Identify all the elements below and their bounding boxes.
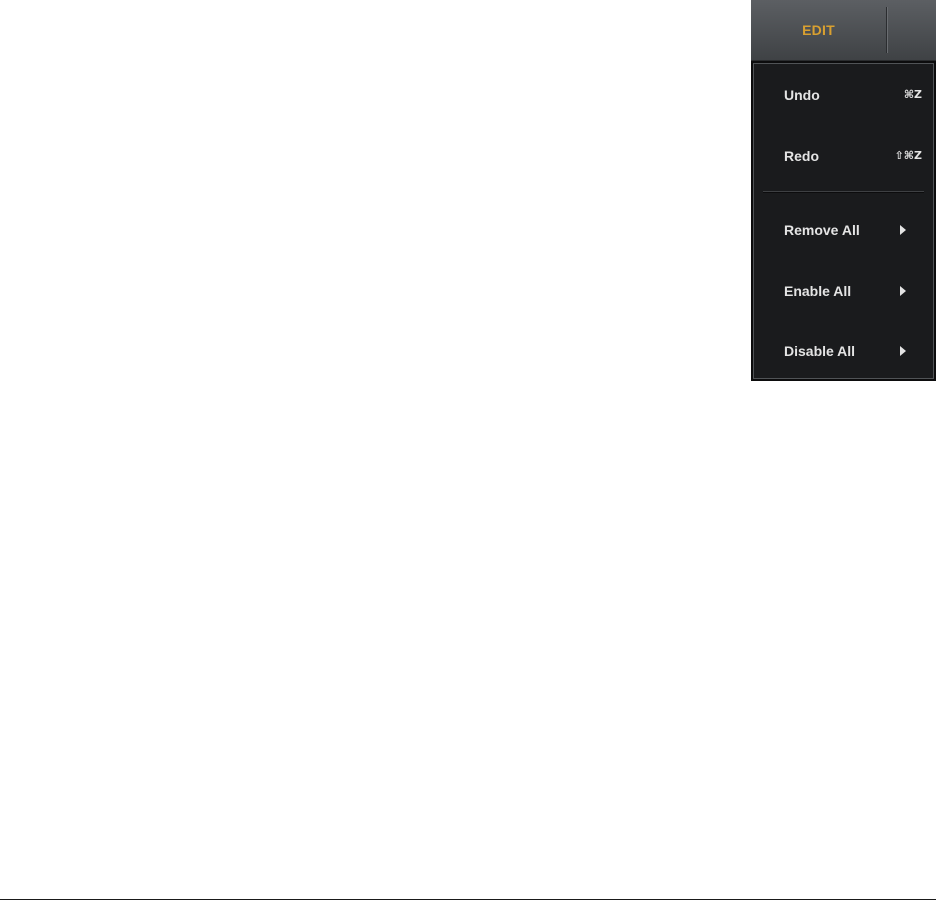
edit-menu-header: EDIT [751,0,936,61]
shortcut-label: ⇧⌘Z [894,149,922,162]
menu-item-label: Disable All [784,343,856,359]
chevron-right-icon [900,225,906,235]
menu-item-label: Remove All [784,222,860,238]
menu-item-remove-all[interactable]: Remove All [753,205,934,255]
menu-item-label: Undo [784,87,820,103]
edit-menu-button[interactable]: EDIT [751,0,886,60]
bottom-divider [0,899,936,900]
edit-dropdown-menu: Undo ⌘Z Redo ⇧⌘Z Remove All Enable All D… [751,61,936,381]
shortcut-label: ⌘Z [903,88,922,101]
chevron-right-icon [900,346,906,356]
menu-item-undo[interactable]: Undo ⌘Z [753,70,934,120]
menu-item-redo[interactable]: Redo ⇧⌘Z [753,131,934,181]
header-divider [886,7,887,53]
menu-item-label: Enable All [784,283,852,299]
chevron-right-icon [900,286,906,296]
menu-separator [763,191,924,193]
menu-item-label: Redo [784,148,819,164]
menu-item-enable-all[interactable]: Enable All [753,266,934,316]
menu-item-disable-all[interactable]: Disable All [753,326,934,376]
